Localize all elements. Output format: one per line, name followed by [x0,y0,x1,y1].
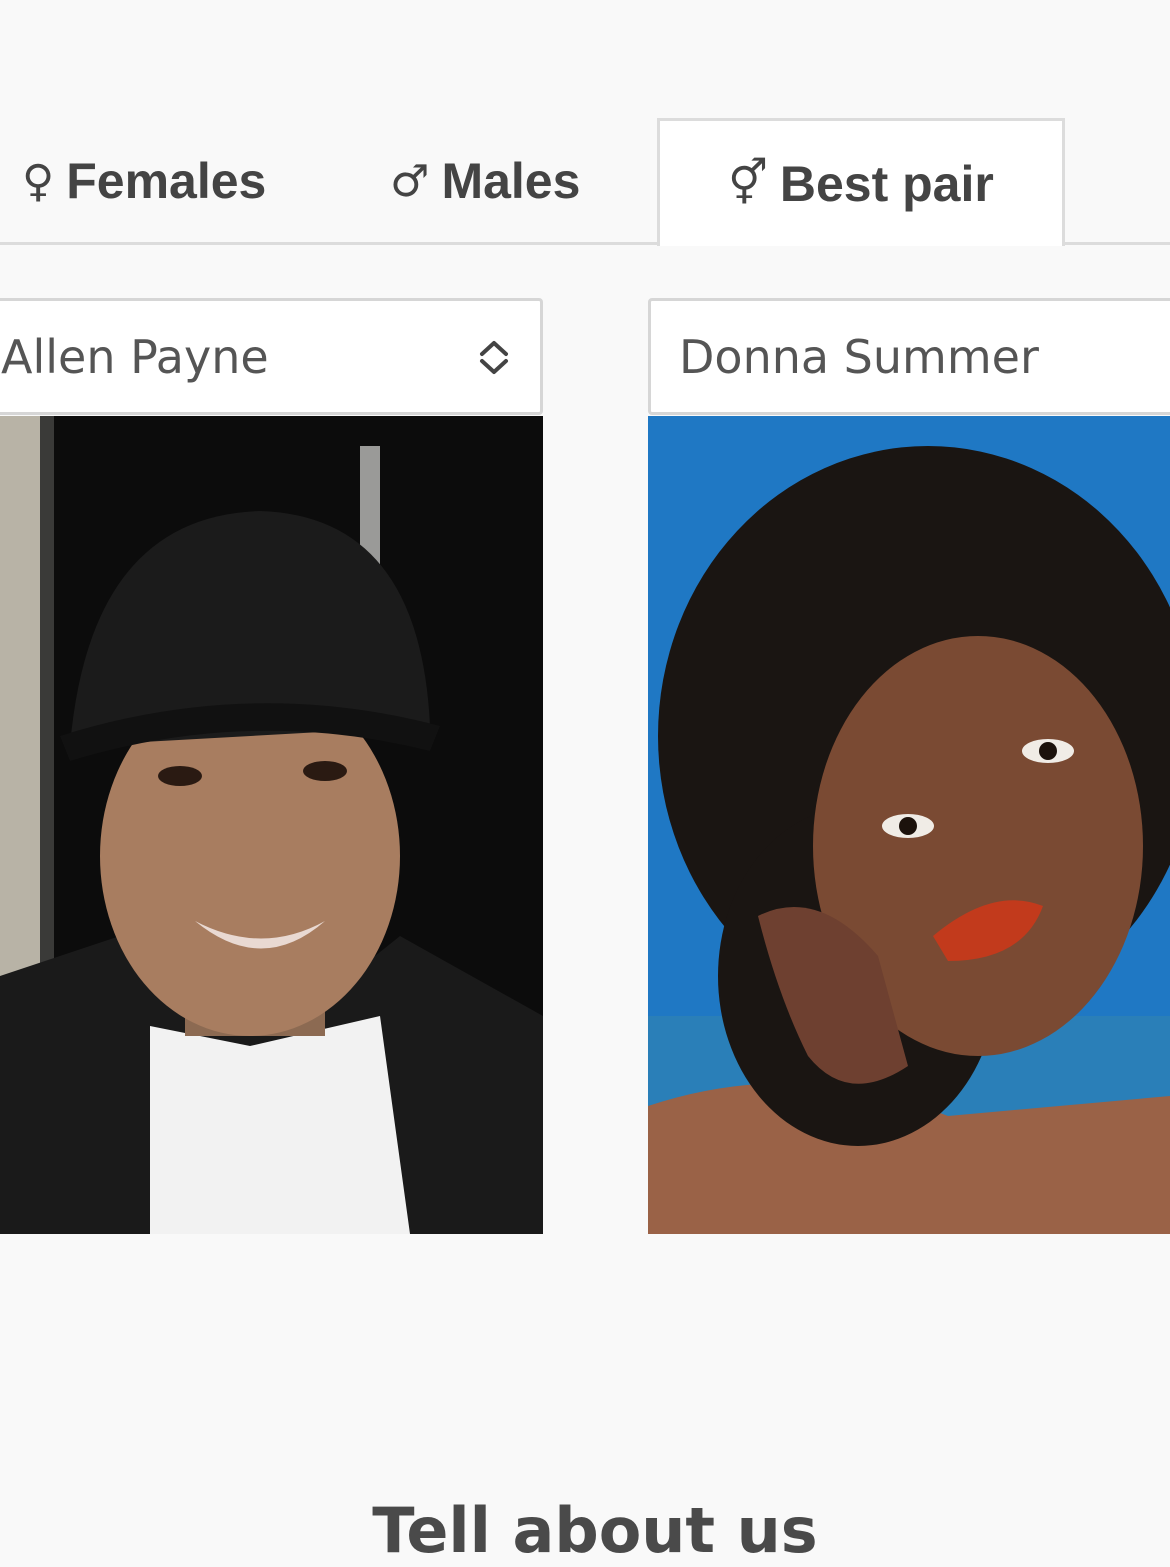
gender-tabs: ♀ Females ♂ Males ⚥ Best pair [0,0,1170,246]
male-icon: ♂ [390,155,430,207]
person-select-right[interactable]: Donna Summer [648,298,1170,415]
person-photo-left [0,416,543,1234]
select-value: Donna Summer [679,329,1039,384]
select-value: Allen Payne [1,329,269,384]
tab-label: Best pair [779,155,994,212]
tab-bar-border [1065,242,1170,245]
tab-best-pair[interactable]: ⚥ Best pair [657,118,1065,246]
tab-label: Females [66,153,267,209]
person-select-left[interactable]: Allen Payne [0,298,543,415]
portrait-woman-curls [648,416,1170,1234]
tab-females[interactable]: ♀ Females [22,118,266,244]
tab-label: Males [441,153,581,209]
pair-icon: ⚥ [728,158,768,209]
female-icon: ♀ [22,155,55,207]
person-photo-right [648,416,1170,1234]
tab-males[interactable]: ♂ Males [390,118,580,244]
footer-title: Tell about us [372,1494,818,1567]
chevron-up-down-icon [480,340,508,374]
portrait-man-cap [0,416,543,1234]
